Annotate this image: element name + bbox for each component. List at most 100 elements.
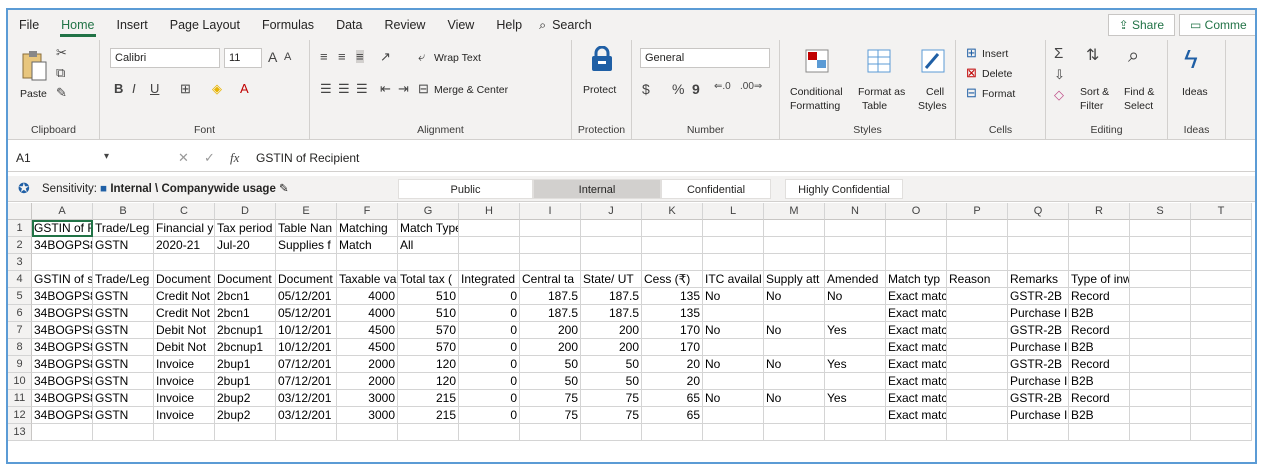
conditional-formatting-label-2[interactable]: Formatting bbox=[790, 100, 840, 112]
format-cells-button[interactable]: Format bbox=[982, 88, 1015, 100]
sheet-cell[interactable] bbox=[825, 220, 886, 237]
sheet-cell[interactable]: Amended bbox=[825, 271, 886, 288]
sheet-cell[interactable]: Yes bbox=[825, 390, 886, 407]
sheet-cell[interactable]: 200 bbox=[581, 322, 642, 339]
sort-filter-label-1[interactable]: Sort & bbox=[1080, 86, 1109, 98]
sheet-cell[interactable]: 170 bbox=[642, 322, 703, 339]
sheet-cell[interactable]: 75 bbox=[520, 407, 581, 424]
sheet-cell[interactable]: Document bbox=[215, 271, 276, 288]
enter-icon[interactable]: ✓ bbox=[204, 151, 215, 164]
sheet-cell[interactable]: 4000 bbox=[337, 305, 398, 322]
menu-data[interactable]: Data bbox=[325, 10, 373, 40]
sort-filter-icon[interactable]: ⇅ bbox=[1086, 48, 1099, 64]
sheet-cell[interactable] bbox=[825, 254, 886, 271]
sheet-cell[interactable] bbox=[642, 237, 703, 254]
paste-icon[interactable] bbox=[20, 48, 48, 82]
column-header-o[interactable]: O bbox=[886, 203, 947, 220]
underline-button[interactable]: U bbox=[150, 82, 159, 95]
sheet-cell[interactable] bbox=[947, 237, 1008, 254]
sheet-cell[interactable] bbox=[947, 390, 1008, 407]
sheet-cell[interactable] bbox=[32, 254, 93, 271]
sheet-cell[interactable]: B2B bbox=[1069, 407, 1130, 424]
sheet-cell[interactable]: Reason bbox=[947, 271, 1008, 288]
name-box-dropdown-icon[interactable]: ▾ bbox=[104, 152, 109, 162]
sheet-cell[interactable]: Exact match bbox=[886, 305, 947, 322]
delete-cells-icon[interactable]: ⊠ bbox=[966, 66, 977, 79]
sheet-cell[interactable]: Table Nan bbox=[276, 220, 337, 237]
row-header[interactable]: 4 bbox=[8, 271, 32, 288]
sheet-cell[interactable]: 170 bbox=[642, 339, 703, 356]
bold-button[interactable]: B bbox=[114, 82, 123, 95]
clear-icon[interactable]: ◇ bbox=[1054, 88, 1064, 101]
column-header-l[interactable]: L bbox=[703, 203, 764, 220]
sheet-cell[interactable]: 0 bbox=[459, 339, 520, 356]
sheet-cell[interactable]: 570 bbox=[398, 322, 459, 339]
sheet-cell[interactable] bbox=[1191, 288, 1252, 305]
sheet-cell[interactable] bbox=[703, 237, 764, 254]
sheet-cell[interactable] bbox=[32, 424, 93, 441]
font-color-icon[interactable]: A bbox=[240, 82, 249, 95]
column-header-f[interactable]: F bbox=[337, 203, 398, 220]
column-header-s[interactable]: S bbox=[1130, 203, 1191, 220]
sheet-cell[interactable]: Trade/Leg bbox=[93, 220, 154, 237]
sheet-cell[interactable]: No bbox=[825, 288, 886, 305]
sheet-cell[interactable]: No bbox=[703, 356, 764, 373]
ideas-button[interactable]: Ideas bbox=[1182, 86, 1208, 98]
sheet-cell[interactable] bbox=[947, 407, 1008, 424]
column-header-k[interactable]: K bbox=[642, 203, 703, 220]
sheet-cell[interactable] bbox=[398, 424, 459, 441]
comma-button[interactable]: 9 bbox=[692, 82, 700, 96]
delete-cells-button[interactable]: Delete bbox=[982, 68, 1012, 80]
sheet-cell[interactable] bbox=[1191, 237, 1252, 254]
sheet-cell[interactable]: GSTN bbox=[93, 237, 154, 254]
sheet-cell[interactable] bbox=[1130, 373, 1191, 390]
sheet-cell[interactable] bbox=[93, 254, 154, 271]
wrap-text-icon[interactable]: ⤶ bbox=[418, 50, 425, 63]
row-header[interactable]: 2 bbox=[8, 237, 32, 254]
sheet-cell[interactable]: Match Type bbox=[398, 220, 459, 237]
align-right-icon[interactable]: ☰ bbox=[356, 82, 368, 95]
sheet-cell[interactable]: Credit Not bbox=[154, 288, 215, 305]
sheet-cell[interactable]: 0 bbox=[459, 322, 520, 339]
sheet-cell[interactable]: 34BOGPS8 bbox=[32, 407, 93, 424]
sheet-cell[interactable]: Yes bbox=[825, 356, 886, 373]
sheet-cell[interactable]: GSTR-2B bbox=[1008, 390, 1069, 407]
sheet-cell[interactable] bbox=[947, 373, 1008, 390]
menu-page-layout[interactable]: Page Layout bbox=[159, 10, 251, 40]
conditional-formatting-icon[interactable] bbox=[804, 48, 830, 74]
sheet-cell[interactable]: Record bbox=[1069, 390, 1130, 407]
sheet-cell[interactable] bbox=[1130, 220, 1191, 237]
sheet-cell[interactable]: Total tax ( bbox=[398, 271, 459, 288]
sheet-cell[interactable]: Cess (₹) bbox=[642, 271, 703, 288]
sheet-cell[interactable] bbox=[703, 305, 764, 322]
sheet-cell[interactable]: 2bup1 bbox=[215, 373, 276, 390]
formula-input[interactable]: GSTIN of Recipient bbox=[256, 148, 359, 168]
sheet-cell[interactable]: 187.5 bbox=[581, 288, 642, 305]
sheet-cell[interactable] bbox=[764, 424, 825, 441]
sheet-cell[interactable]: Purchase I bbox=[1008, 373, 1069, 390]
sheet-cell[interactable]: B2B bbox=[1069, 339, 1130, 356]
sheet-cell[interactable]: Exact match bbox=[886, 322, 947, 339]
row-header[interactable]: 11 bbox=[8, 390, 32, 407]
sheet-cell[interactable]: 07/12/201 bbox=[276, 356, 337, 373]
sheet-cell[interactable] bbox=[1130, 424, 1191, 441]
sheet-cell[interactable] bbox=[764, 237, 825, 254]
sheet-cell[interactable] bbox=[825, 305, 886, 322]
sheet-cell[interactable]: Supplies f bbox=[276, 237, 337, 254]
sheet-cell[interactable] bbox=[886, 424, 947, 441]
sheet-cell[interactable]: Central ta bbox=[520, 271, 581, 288]
sheet-cell[interactable] bbox=[93, 424, 154, 441]
currency-button[interactable]: $ bbox=[642, 82, 650, 96]
sheet-cell[interactable]: No bbox=[764, 390, 825, 407]
sheet-cell[interactable]: Debit Not bbox=[154, 322, 215, 339]
sheet-cell[interactable] bbox=[1191, 220, 1252, 237]
row-header[interactable]: 1 bbox=[8, 220, 32, 237]
sheet-cell[interactable]: GSTN bbox=[93, 322, 154, 339]
cell-styles-label-2[interactable]: Styles bbox=[918, 100, 947, 112]
format-as-table-label-2[interactable]: Table bbox=[862, 100, 887, 112]
sheet-cell[interactable]: Remarks bbox=[1008, 271, 1069, 288]
sheet-cell[interactable] bbox=[1069, 424, 1130, 441]
menu-file[interactable]: File bbox=[8, 10, 50, 40]
sheet-cell[interactable]: Matching bbox=[337, 220, 398, 237]
sheet-cell[interactable] bbox=[1130, 407, 1191, 424]
